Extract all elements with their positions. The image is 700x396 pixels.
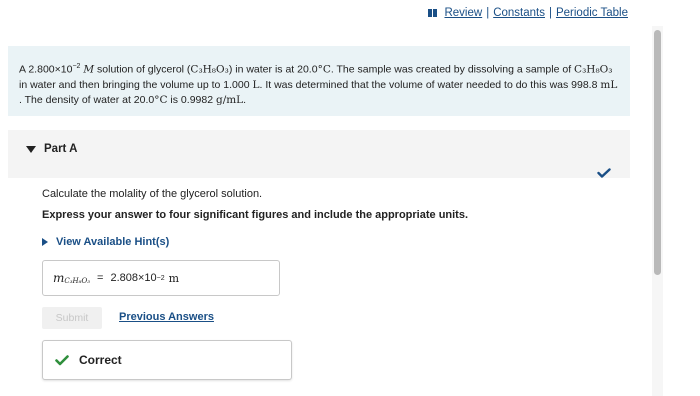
answer-unit: m xyxy=(168,271,180,285)
hint-label: View Available Hint(s) xyxy=(56,236,170,248)
correct-label: Correct xyxy=(79,353,122,367)
book-icon xyxy=(428,9,438,17)
part-a-header[interactable]: Part A xyxy=(8,130,630,178)
equals-sign: = xyxy=(97,272,104,284)
answer-value: 2.808×10 xyxy=(110,272,157,284)
periodic-table-link[interactable]: Periodic Table xyxy=(556,7,628,19)
top-links: Review | Constants | Periodic Table xyxy=(428,7,628,19)
view-hints-link[interactable]: View Available Hint(s) xyxy=(42,236,169,248)
submit-button[interactable]: Submit xyxy=(42,307,102,329)
answer-field[interactable]: m C₃H₈O₃ = 2.808×10 −2 m xyxy=(42,260,280,296)
part-title: Part A xyxy=(44,143,78,155)
instruction-text: Express your answer to four significant … xyxy=(42,209,469,221)
problem-statement: A 2.800×10−2 M solution of glycerol (C₃H… xyxy=(8,46,630,116)
caret-down-icon[interactable] xyxy=(26,146,36,153)
separator: | xyxy=(548,7,552,19)
checkmark-icon xyxy=(597,168,611,178)
triangle-right-icon xyxy=(42,238,48,246)
correct-check-icon xyxy=(55,354,69,365)
answer-variable: m xyxy=(53,271,65,285)
answer-exponent: −2 xyxy=(156,274,165,282)
correct-feedback: Correct xyxy=(42,340,292,380)
constants-link[interactable]: Constants xyxy=(493,7,545,19)
scrollbar-thumb[interactable] xyxy=(654,30,661,275)
question-text: Calculate the molality of the glycerol s… xyxy=(42,188,263,200)
answer-variable-subscript: C₃H₈O₃ xyxy=(64,277,91,285)
review-link[interactable]: Review xyxy=(444,7,482,19)
previous-answers-link[interactable]: Previous Answers xyxy=(119,311,214,323)
separator: | xyxy=(486,7,490,19)
